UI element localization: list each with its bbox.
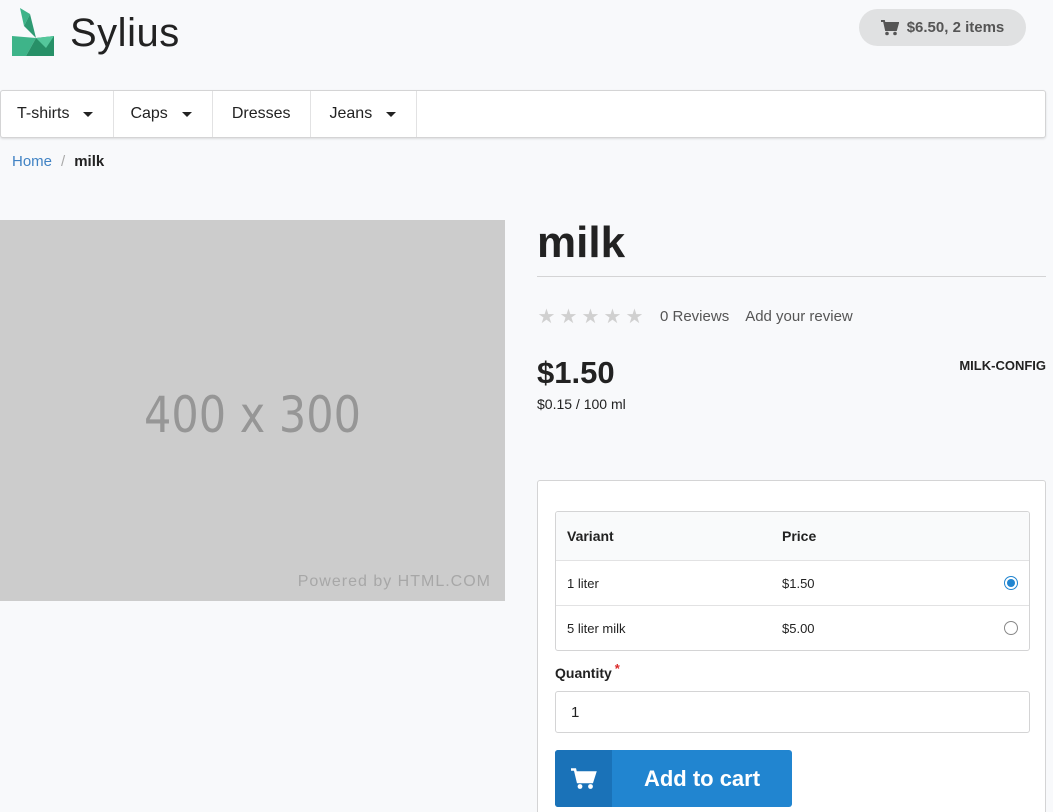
column-header-variant: Variant bbox=[567, 528, 614, 544]
table-header-row: Variant Price bbox=[556, 512, 1029, 560]
add-to-cart-button[interactable]: Add to cart bbox=[555, 750, 792, 807]
breadcrumb-current: milk bbox=[74, 153, 105, 170]
quantity-value: 1 bbox=[571, 703, 580, 721]
image-powered-by: Powered by HTML.COM bbox=[297, 573, 491, 590]
variant-radio[interactable] bbox=[1004, 621, 1018, 635]
breadcrumb-divider: / bbox=[61, 153, 66, 170]
nav-item-label: Caps bbox=[130, 105, 168, 122]
dropdown-caret-icon bbox=[83, 111, 94, 117]
cart-summary-text: $6.50, 2 items bbox=[906, 19, 1005, 36]
product-title: milk bbox=[537, 218, 626, 267]
nav-item-label: T-shirts bbox=[17, 105, 70, 122]
nav-item-tshirts[interactable]: T-shirts bbox=[1, 91, 115, 137]
image-placeholder-text: 400 x 300 bbox=[144, 386, 361, 444]
nav-item-dresses[interactable]: Dresses bbox=[213, 91, 311, 137]
variant-price: $5.00 bbox=[782, 620, 815, 636]
required-marker: * bbox=[614, 661, 620, 676]
nav-item-jeans[interactable]: Jeans bbox=[311, 91, 418, 137]
variant-name: 5 liter milk bbox=[567, 620, 626, 636]
reviews-count-link[interactable]: 0 Reviews bbox=[660, 308, 729, 325]
star-icon: ★ bbox=[537, 306, 556, 328]
dropdown-caret-icon bbox=[181, 111, 192, 117]
cart-summary-button[interactable]: $6.50, 2 items bbox=[859, 9, 1026, 46]
add-to-cart-form: Variant Price 1 liter $1.50 5 liter milk… bbox=[537, 480, 1046, 812]
nav-item-caps[interactable]: Caps bbox=[114, 91, 213, 137]
logo[interactable]: Sylius bbox=[12, 8, 180, 58]
header: Sylius $6.50, 2 items bbox=[0, 0, 1053, 90]
cart-icon bbox=[570, 767, 597, 789]
star-icon: ★ bbox=[603, 306, 622, 328]
star-icon: ★ bbox=[625, 306, 644, 328]
star-icon: ★ bbox=[581, 306, 600, 328]
table-row[interactable]: 1 liter $1.50 bbox=[556, 560, 1029, 605]
nav-item-label: Jeans bbox=[329, 105, 373, 122]
product-image[interactable]: 400 x 300 Powered by HTML.COM bbox=[0, 220, 505, 601]
nav-item-label: Dresses bbox=[231, 105, 291, 122]
star-icon: ★ bbox=[559, 306, 578, 328]
title-divider bbox=[537, 276, 1046, 277]
main-menu: T-shirts Caps Dresses Jeans bbox=[0, 90, 1046, 138]
variant-price: $1.50 bbox=[782, 575, 815, 591]
product-sku: MILK-CONFIG bbox=[959, 358, 1046, 373]
product-price: $1.50 bbox=[537, 355, 615, 390]
variant-radio[interactable] bbox=[1004, 576, 1018, 590]
cart-icon bbox=[880, 19, 899, 35]
breadcrumb: Home / milk bbox=[12, 153, 104, 170]
logo-text: Sylius bbox=[70, 10, 180, 55]
table-row[interactable]: 5 liter milk $5.00 bbox=[556, 605, 1029, 650]
breadcrumb-home-link[interactable]: Home bbox=[12, 153, 52, 170]
variant-name: 1 liter bbox=[567, 575, 599, 591]
product-unit-price: $0.15 / 100 ml bbox=[537, 396, 626, 412]
dropdown-caret-icon bbox=[386, 111, 397, 117]
variants-table: Variant Price 1 liter $1.50 5 liter milk… bbox=[555, 511, 1030, 651]
quantity-label: Quantity * bbox=[555, 661, 620, 681]
star-rating: ★ ★ ★ ★ ★ bbox=[537, 304, 647, 329]
product-rating: ★ ★ ★ ★ ★ 0 Reviews Add your review bbox=[537, 304, 853, 329]
sylius-swan-icon bbox=[12, 8, 54, 56]
quantity-input[interactable]: 1 bbox=[555, 691, 1030, 733]
add-to-cart-label: Add to cart bbox=[643, 765, 761, 791]
add-review-link[interactable]: Add your review bbox=[745, 308, 853, 325]
quantity-label-text: Quantity bbox=[555, 665, 612, 681]
button-icon-area bbox=[555, 750, 612, 807]
column-header-price: Price bbox=[782, 528, 817, 544]
